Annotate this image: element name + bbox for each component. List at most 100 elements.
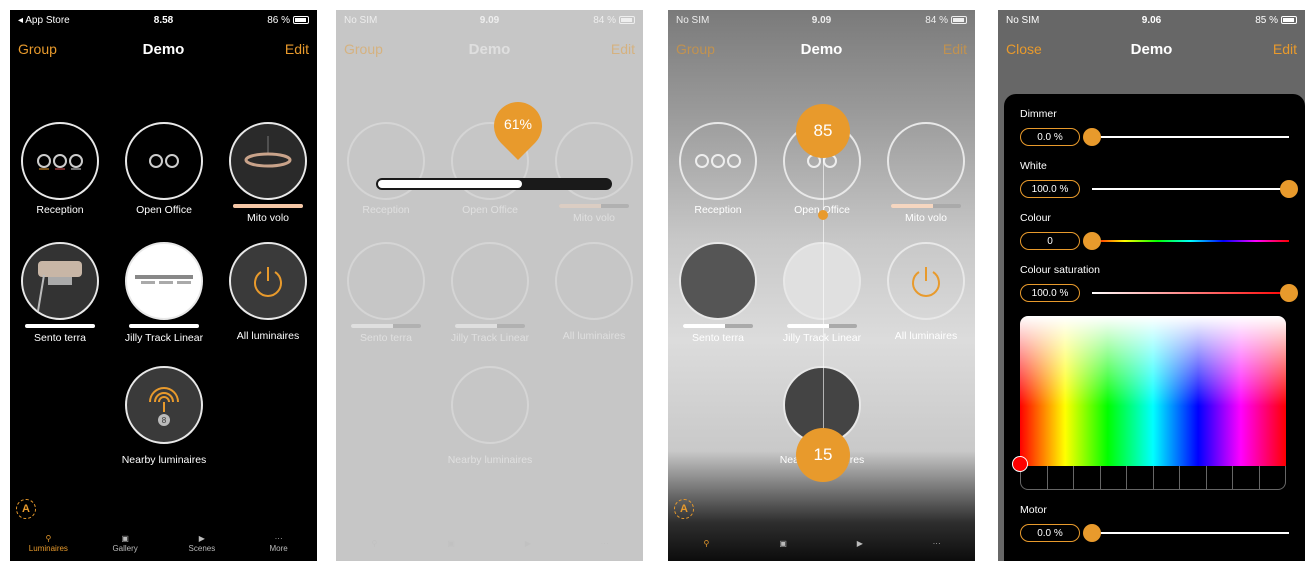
tab-gallery[interactable]: ▣: [753, 539, 813, 548]
group-button[interactable]: Group: [18, 41, 57, 57]
more-icon: ···: [932, 538, 941, 548]
tab-scenes[interactable]: ▶ Scenes: [172, 534, 232, 553]
swatch[interactable]: [1233, 466, 1260, 489]
tab-more[interactable]: ···: [575, 539, 635, 548]
luminaire-label: Jilly Track Linear: [782, 332, 862, 344]
colour-value[interactable]: 0: [1020, 232, 1080, 250]
swatch[interactable]: [1180, 466, 1207, 489]
colour-picker[interactable]: [1012, 316, 1286, 472]
white-thumb[interactable]: [1280, 180, 1298, 198]
tab-label: Gallery: [112, 543, 138, 553]
scenes-icon: ▶: [198, 533, 205, 543]
colour-thumb[interactable]: [1083, 232, 1101, 250]
swatch[interactable]: [1048, 466, 1074, 489]
vertical-slider-thumb[interactable]: [818, 210, 828, 220]
vertical-slider-track[interactable]: [823, 110, 824, 450]
swatch[interactable]: [1260, 466, 1286, 489]
level-bar: [787, 324, 857, 328]
luminaire-label: All luminaires: [894, 330, 958, 342]
luminaire-nearby[interactable]: 8 Nearby luminaires: [112, 366, 216, 466]
colour-swatches[interactable]: [1020, 466, 1286, 490]
swatch[interactable]: [1207, 466, 1233, 489]
track-light-icon: [125, 242, 203, 320]
swatch[interactable]: [1127, 466, 1154, 489]
luminaire-mito-volo[interactable]: Mito volo: [542, 122, 643, 224]
luminaire-sento-terra[interactable]: Sento terra: [668, 242, 770, 344]
luminaire-label: Jilly Track Linear: [124, 332, 204, 344]
luminaire-all[interactable]: All luminaires: [542, 242, 643, 342]
more-icon: ···: [274, 533, 283, 543]
luminaire-sento-terra[interactable]: Sento terra: [10, 242, 112, 344]
luminaire-open-office[interactable]: Open Office: [112, 122, 216, 216]
edit-button[interactable]: Edit: [1273, 41, 1297, 57]
tab-scenes[interactable]: ▶: [830, 539, 890, 548]
edit-button[interactable]: Edit: [611, 41, 635, 57]
dimmer-thumb[interactable]: [1083, 128, 1101, 146]
luminaire-mito-volo[interactable]: Mito volo: [216, 122, 317, 224]
group-button[interactable]: Group: [676, 41, 715, 57]
motor-slider[interactable]: [1083, 524, 1289, 542]
edit-button[interactable]: Edit: [943, 41, 967, 57]
saturation-thumb[interactable]: [1280, 284, 1298, 302]
group-button[interactable]: Group: [344, 41, 383, 57]
saturation-value[interactable]: 100.0 %: [1020, 284, 1080, 302]
tab-luminaires[interactable]: ⚲ Luminaires: [18, 534, 78, 553]
level-fill: [683, 324, 725, 328]
luminaire-jilly-track[interactable]: Jilly Track Linear: [438, 242, 542, 344]
dim-slider[interactable]: [376, 178, 612, 190]
nav-bar: Group Demo Edit: [668, 32, 975, 66]
luminaire-jilly-track[interactable]: Jilly Track Linear: [112, 242, 216, 344]
level-bar: [891, 204, 961, 208]
luminaire-all[interactable]: All luminaires: [874, 242, 975, 342]
luminaire-nearby[interactable]: Nearby luminaires: [438, 366, 542, 466]
reception-icon: [21, 122, 99, 200]
tab-scenes[interactable]: ▶: [498, 539, 558, 548]
tab-more[interactable]: ···: [907, 539, 967, 548]
colour-slider[interactable]: [1083, 232, 1289, 250]
tab-more[interactable]: ··· More: [249, 534, 309, 553]
tab-gallery[interactable]: ▣: [421, 539, 481, 548]
luminaire-tab-icon: ⚲: [371, 538, 378, 548]
luminaire-all[interactable]: All luminaires: [216, 242, 317, 342]
colour-label: Colour: [1020, 212, 1051, 224]
luminaire-jilly-track[interactable]: Jilly Track Linear: [770, 242, 874, 344]
level-bar: [351, 324, 421, 328]
luminaire-sento-terra[interactable]: Sento terra: [336, 242, 438, 344]
luminaire-label: Nearby luminaires: [121, 454, 207, 466]
motor-thumb[interactable]: [1083, 524, 1101, 542]
dimmer-slider[interactable]: [1083, 128, 1289, 146]
luminaire-reception[interactable]: Reception: [668, 122, 770, 216]
power-icon: [887, 242, 965, 320]
luminaire-label: Sento terra: [34, 332, 86, 344]
broadcast-icon: [451, 366, 529, 444]
track-light-icon: [451, 242, 529, 320]
ring-lamp-icon: [887, 122, 965, 200]
screen-luminaires: ◂ App Store 8.58 86 % Group Demo Edit Re…: [10, 10, 317, 561]
luminaire-mito-volo[interactable]: Mito volo: [874, 122, 975, 224]
saturation-slider[interactable]: [1092, 284, 1298, 302]
tab-label: Scenes: [188, 543, 216, 553]
clock: 9.09: [479, 14, 500, 26]
level-bar: [129, 324, 199, 328]
swatch[interactable]: [1154, 466, 1180, 489]
level-fill: [559, 204, 601, 208]
tab-luminaires[interactable]: ⚲: [344, 539, 404, 548]
swatch[interactable]: [1074, 466, 1101, 489]
swatch[interactable]: [1101, 466, 1127, 489]
tab-luminaires[interactable]: ⚲: [676, 539, 736, 548]
edit-button[interactable]: Edit: [285, 41, 309, 57]
white-slider[interactable]: [1092, 180, 1298, 198]
luminaire-reception[interactable]: Reception: [10, 122, 112, 216]
white-value[interactable]: 100.0 %: [1020, 180, 1080, 198]
auto-icon[interactable]: A: [674, 499, 694, 519]
luminaire-reception[interactable]: Reception: [336, 122, 438, 216]
motor-value[interactable]: 0.0 %: [1020, 524, 1080, 542]
close-button[interactable]: Close: [1006, 41, 1042, 57]
screen-dimming: No SIM 9.09 84 % Group Demo Edit Recepti…: [336, 10, 643, 561]
picker-handle[interactable]: [1012, 456, 1028, 472]
tab-gallery[interactable]: ▣ Gallery: [95, 534, 155, 553]
motor-label: Motor: [1020, 504, 1047, 516]
screen-light-settings: No SIM 9.06 85 % Close Demo Edit Dimmer …: [998, 10, 1305, 561]
auto-icon[interactable]: A: [16, 499, 36, 519]
dimmer-value[interactable]: 0.0 %: [1020, 128, 1080, 146]
